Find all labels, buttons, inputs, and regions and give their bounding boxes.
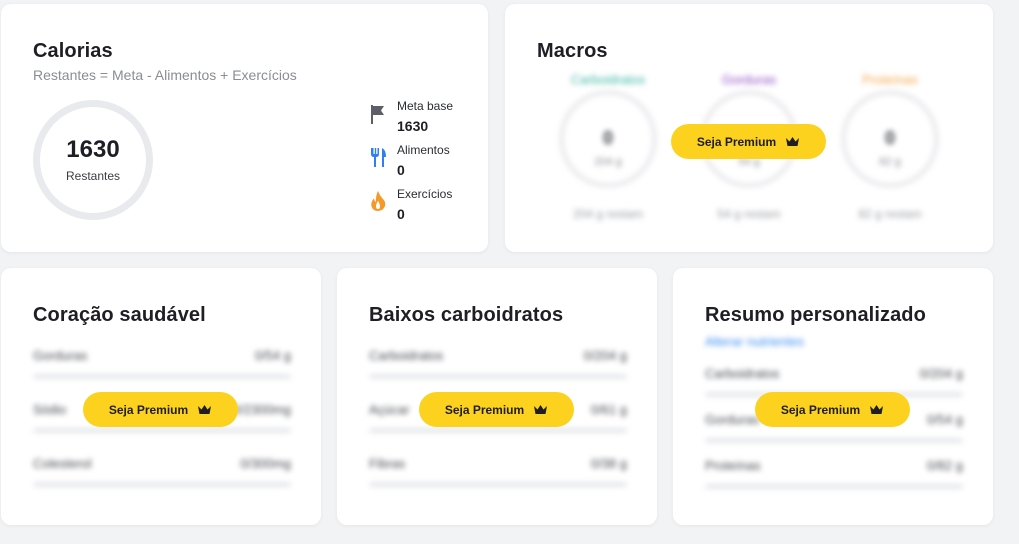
nutrient-bar (33, 482, 291, 487)
summary-title: Resumo personalizado (705, 304, 926, 326)
nutrient-bar (369, 482, 627, 487)
flame-icon (371, 191, 386, 211)
premium-button-macros[interactable]: Seja Premium (671, 124, 826, 159)
nutrient-value: 0/61 g (590, 402, 627, 417)
flag-icon (371, 105, 384, 124)
macros-card: Macros Carboidratos 0 204 g 204 g restam… (505, 4, 993, 252)
crown-icon (870, 405, 884, 414)
premium-button-lowcarb[interactable]: Seja Premium (419, 392, 574, 427)
heart-healthy-card: Coração saudável Gorduras 0/54 g Sódio 0… (1, 268, 321, 525)
calories-title: Calorias (33, 40, 113, 62)
nutrient-bar (369, 374, 627, 379)
macro-carbs-goal: 204 g (594, 156, 622, 168)
macro-protein-remaining: 82 g restam (858, 207, 922, 221)
nutrient-bar (33, 374, 291, 379)
nutrient-bar (33, 428, 291, 433)
premium-label: Seja Premium (696, 134, 777, 149)
change-nutrients-link[interactable]: Alterar nutrientes (705, 334, 804, 349)
nutrient-value: 0/204 g (583, 348, 627, 363)
stat-alimentos-value: 0 (397, 162, 405, 178)
crown-icon (198, 405, 212, 414)
heart-title: Coração saudável (33, 304, 206, 326)
premium-label: Seja Premium (108, 402, 189, 417)
macro-carbs-label: Carboidratos (570, 72, 646, 87)
nutrient-label: Sódio (33, 402, 67, 417)
nutrient-value: 0/54 g (926, 412, 963, 427)
nutrient-label: Colesterol (33, 456, 92, 471)
premium-button-heart[interactable]: Seja Premium (83, 392, 238, 427)
macro-carbs-value: 0 (602, 128, 613, 148)
premium-button-summary[interactable]: Seja Premium (755, 392, 910, 427)
macro-protein-value: 0 (884, 128, 895, 148)
crown-icon (534, 405, 548, 414)
premium-label: Seja Premium (780, 402, 861, 417)
lowcarb-title: Baixos carboidratos (369, 304, 564, 326)
nutrient-value: 0/2300mg (233, 402, 291, 417)
nutrient-value: 0/54 g (254, 348, 291, 363)
calories-card: Calorias Restantes = Meta - Alimentos + … (1, 4, 488, 252)
calories-formula: Restantes = Meta - Alimentos + Exercício… (33, 67, 297, 83)
nutrient-bar (369, 428, 627, 433)
premium-label: Seja Premium (444, 402, 525, 417)
nutrient-label: Proteínas (705, 458, 761, 473)
nutrient-bar (705, 438, 963, 443)
nutrient-label: Gorduras (33, 348, 88, 363)
macros-title: Macros (537, 40, 608, 62)
nutrient-label: Gorduras (705, 412, 760, 427)
calories-remaining-value: 1630 (66, 136, 120, 163)
nutrient-value: 0/204 g (919, 366, 963, 381)
macro-carbs-remaining: 204 g restam (572, 207, 644, 221)
stat-alimentos-label: Alimentos (397, 143, 450, 157)
macro-protein-goal: 82 g (879, 156, 901, 168)
nutrient-label: Carboidratos (369, 348, 444, 363)
nutrient-bar (705, 484, 963, 489)
stat-exercicios-value: 0 (397, 206, 405, 222)
nutrient-label: Fibras (369, 456, 406, 471)
macro-fat-label: Gorduras (721, 72, 777, 87)
stat-exercicios-label: Exercícios (397, 187, 453, 201)
macro-protein-label: Proteínas (862, 72, 918, 87)
nutrient-value: 0/82 g (926, 458, 963, 473)
crown-icon (786, 137, 800, 146)
low-carb-card: Baixos carboidratos Carboidratos 0/204 g… (337, 268, 657, 525)
custom-summary-card: Resumo personalizado Alterar nutrientes … (673, 268, 993, 525)
stat-meta-label: Meta base (397, 99, 454, 113)
nutrient-label: Açúcar (369, 402, 410, 417)
nutrient-value: 0/300mg (240, 456, 291, 471)
fork-knife-icon (371, 148, 386, 167)
nutrient-label: Carboidratos (705, 366, 780, 381)
calories-remaining-label: Restantes (65, 169, 121, 183)
macro-fat-remaining: 54 g restam (717, 207, 781, 221)
stat-meta-value: 1630 (397, 118, 429, 134)
nutrient-value: 0/38 g (590, 456, 627, 471)
